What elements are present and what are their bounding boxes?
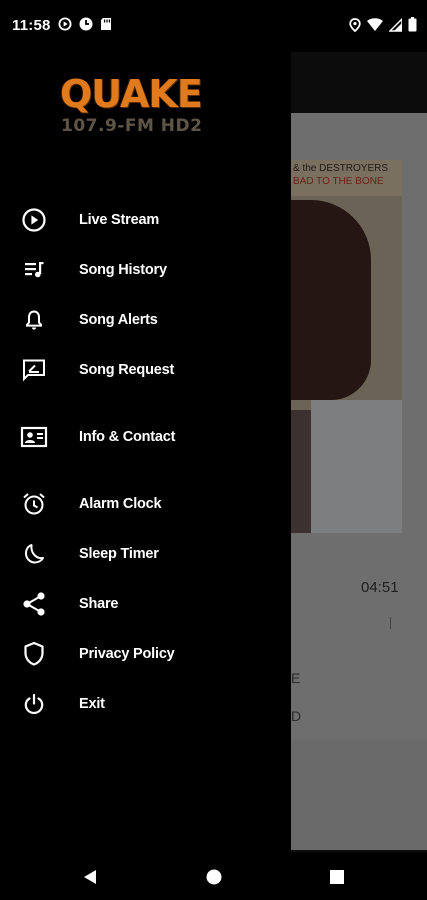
menu-label: Info & Contact [79,429,176,445]
album-art: & the DESTROYERS BAD TO THE BONE [291,160,402,533]
menu-label: Song Alerts [79,312,158,328]
track-artist-fragment: D [291,708,302,724]
location-icon [349,17,361,37]
menu-item-live-stream[interactable]: Live Stream [0,200,291,240]
menu-item-share[interactable]: Share [0,584,291,624]
status-bar: 11:58 [0,0,427,52]
logo-subtitle: 107.9-FM HD2 [61,116,203,136]
share-icon [20,590,48,618]
background-footer [291,740,427,850]
power-icon [20,690,48,718]
moon-icon [20,540,48,568]
menu-label: Share [79,596,119,612]
album-art-subtext: BAD TO THE BONE [293,176,384,187]
play-circle-icon [58,17,72,36]
request-icon [20,356,48,384]
app-icon [79,17,93,36]
contact-card-icon [20,423,48,451]
sd-card-icon [100,17,112,36]
battery-icon [408,17,417,37]
menu-label: Song Request [79,362,175,378]
menu-item-song-alerts[interactable]: Song Alerts [0,300,291,340]
menu-label: Alarm Clock [79,496,162,512]
station-logo: QUAKE 107.9-FM HD2 [60,72,235,144]
menu-item-exit[interactable]: Exit [0,684,291,724]
menu-item-song-history[interactable]: Song History [0,250,291,290]
signal-icon [388,16,403,37]
menu-item-sleep-timer[interactable]: Sleep Timer [0,534,291,574]
status-time: 11:58 [12,17,51,34]
menu-item-privacy-policy[interactable]: Privacy Policy [0,634,291,674]
menu-label: Privacy Policy [79,646,175,662]
recents-icon [330,870,344,884]
play-circle-icon [20,206,48,234]
back-icon [84,870,96,884]
recents-button[interactable] [326,866,348,888]
progress-tick [390,617,391,629]
back-button[interactable] [79,866,101,888]
navigation-drawer: QUAKE 107.9-FM HD2 Live Stream Song Hist… [0,52,291,852]
status-left-icons [58,17,112,36]
menu-label: Song History [79,262,167,278]
menu-label: Live Stream [79,212,160,228]
system-nav-bar [0,852,427,900]
track-title-fragment: E [291,670,301,686]
logo-title: QUAKE [60,72,203,116]
menu-label: Sleep Timer [79,546,159,562]
status-right-icons [349,16,417,37]
track-duration: 04:51 [361,579,399,596]
playlist-icon [20,256,48,284]
shield-icon [20,640,48,668]
bell-icon [20,306,48,334]
menu-item-info-contact[interactable]: Info & Contact [0,417,291,457]
wifi-icon [367,17,383,37]
alarm-clock-icon [20,490,48,518]
home-button[interactable] [203,866,225,888]
menu-item-alarm-clock[interactable]: Alarm Clock [0,484,291,524]
home-icon [206,869,222,885]
menu-item-song-request[interactable]: Song Request [0,350,291,390]
album-art-text: & the DESTROYERS [293,163,389,174]
menu-label: Exit [79,696,105,712]
